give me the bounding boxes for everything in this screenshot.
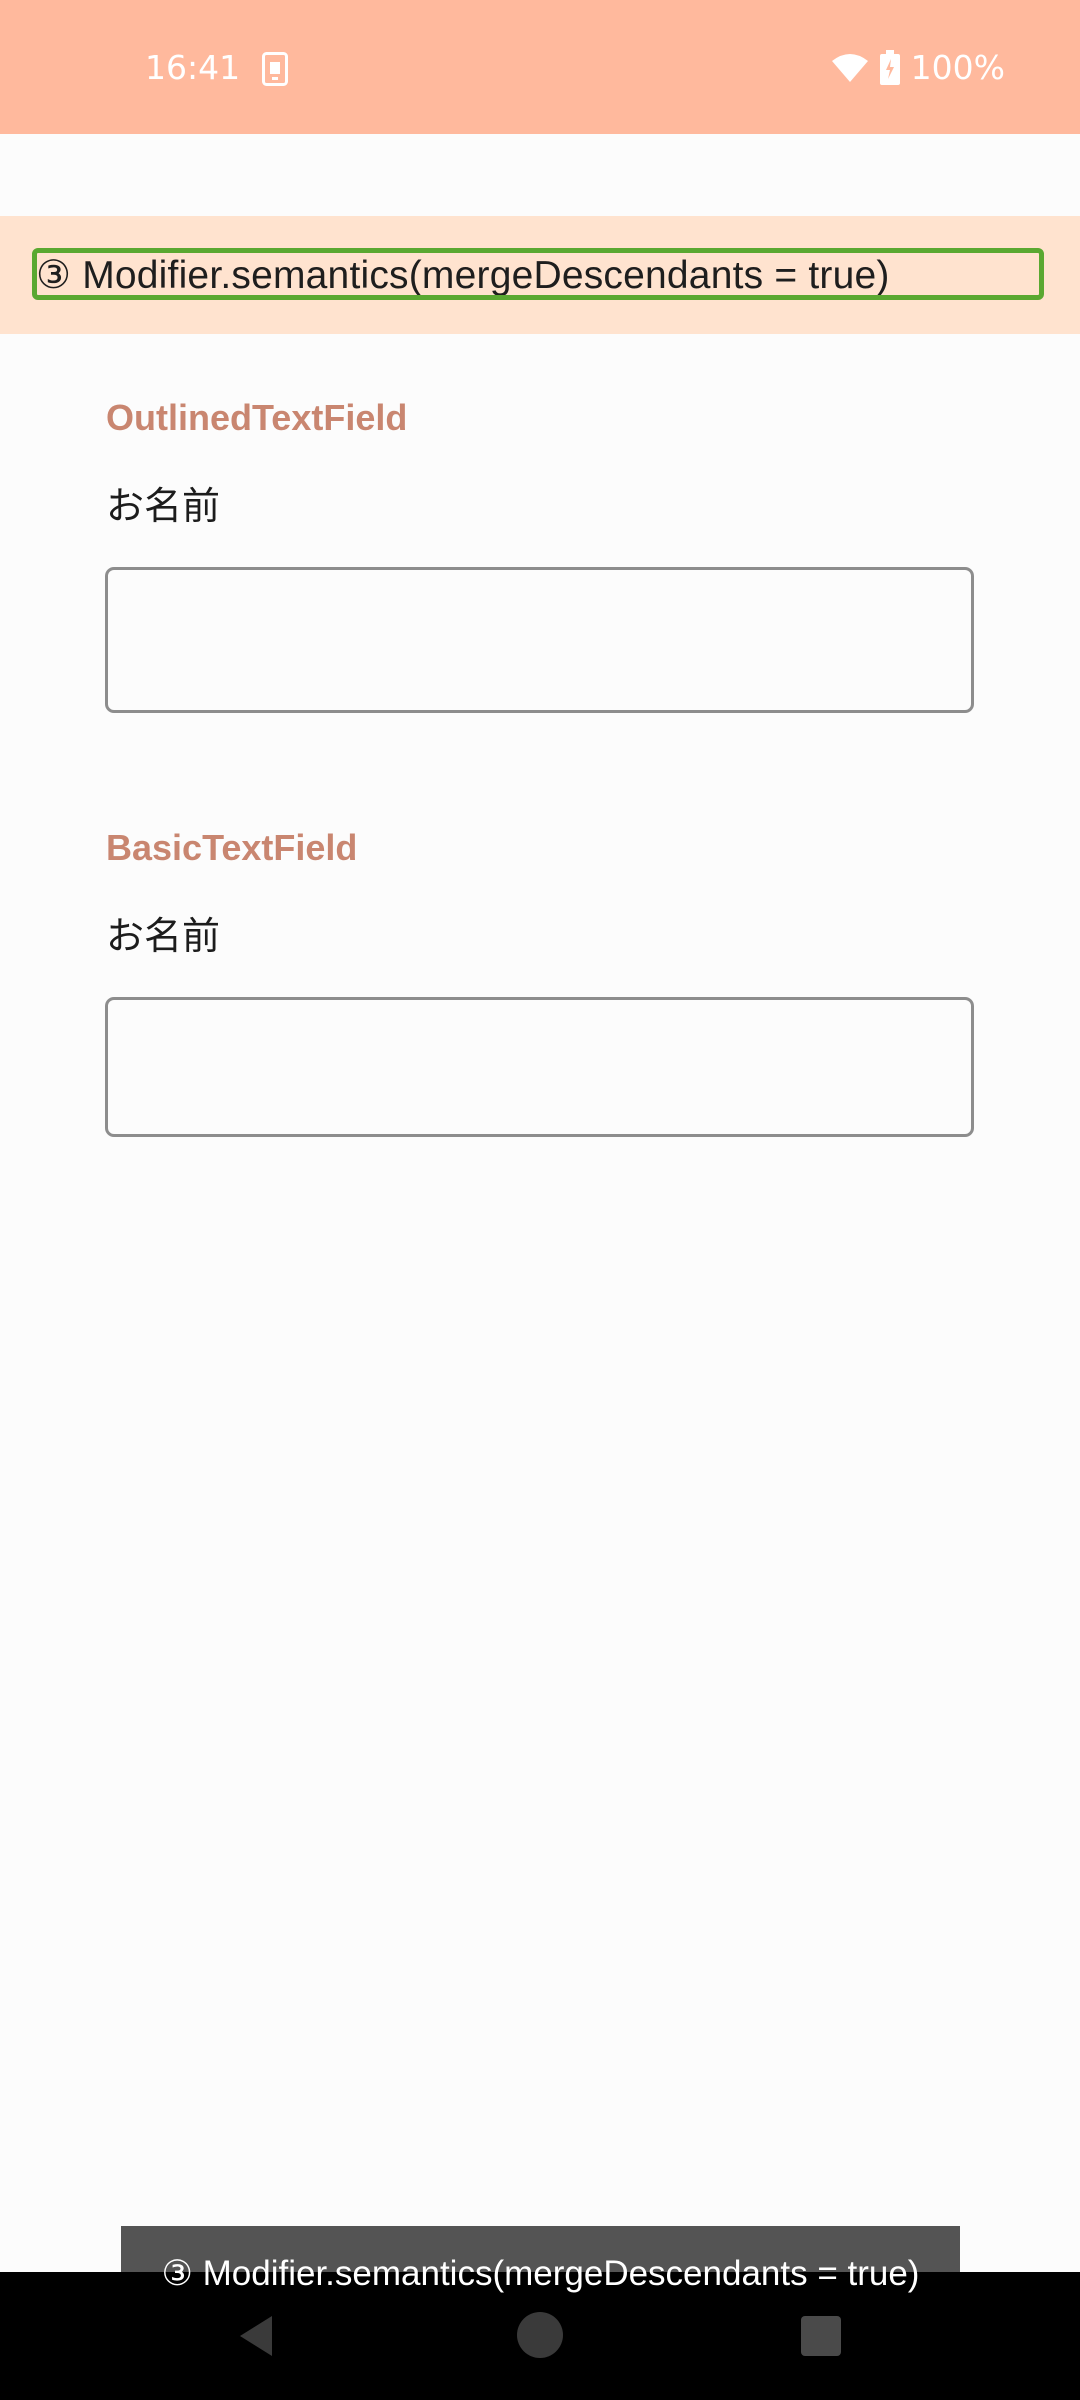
status-bar: 16:41 100% <box>0 0 1080 134</box>
recents-icon[interactable] <box>801 2316 841 2356</box>
status-right-group: 100% <box>831 48 1005 88</box>
app-bar <box>0 134 1080 216</box>
section-heading-outlined: OutlinedTextField <box>106 397 408 438</box>
section-heading-basic: BasicTextField <box>106 827 358 868</box>
app-notification-icon <box>262 52 288 86</box>
battery-percentage: 100% <box>910 48 1005 87</box>
accessibility-focus-outline <box>32 248 1044 300</box>
accessibility-caption-text: ③ Modifier.semantics(mergeDescendants = … <box>161 2254 920 2293</box>
wifi-icon <box>831 54 868 82</box>
home-icon[interactable] <box>517 2312 563 2358</box>
name-label-outlined: お名前 <box>106 484 221 528</box>
name-label-basic: お名前 <box>106 914 221 958</box>
status-time: 16:41 <box>145 48 241 87</box>
battery-icon <box>879 50 900 85</box>
outlined-name-input[interactable] <box>105 567 974 713</box>
basic-name-input[interactable] <box>105 997 974 1137</box>
